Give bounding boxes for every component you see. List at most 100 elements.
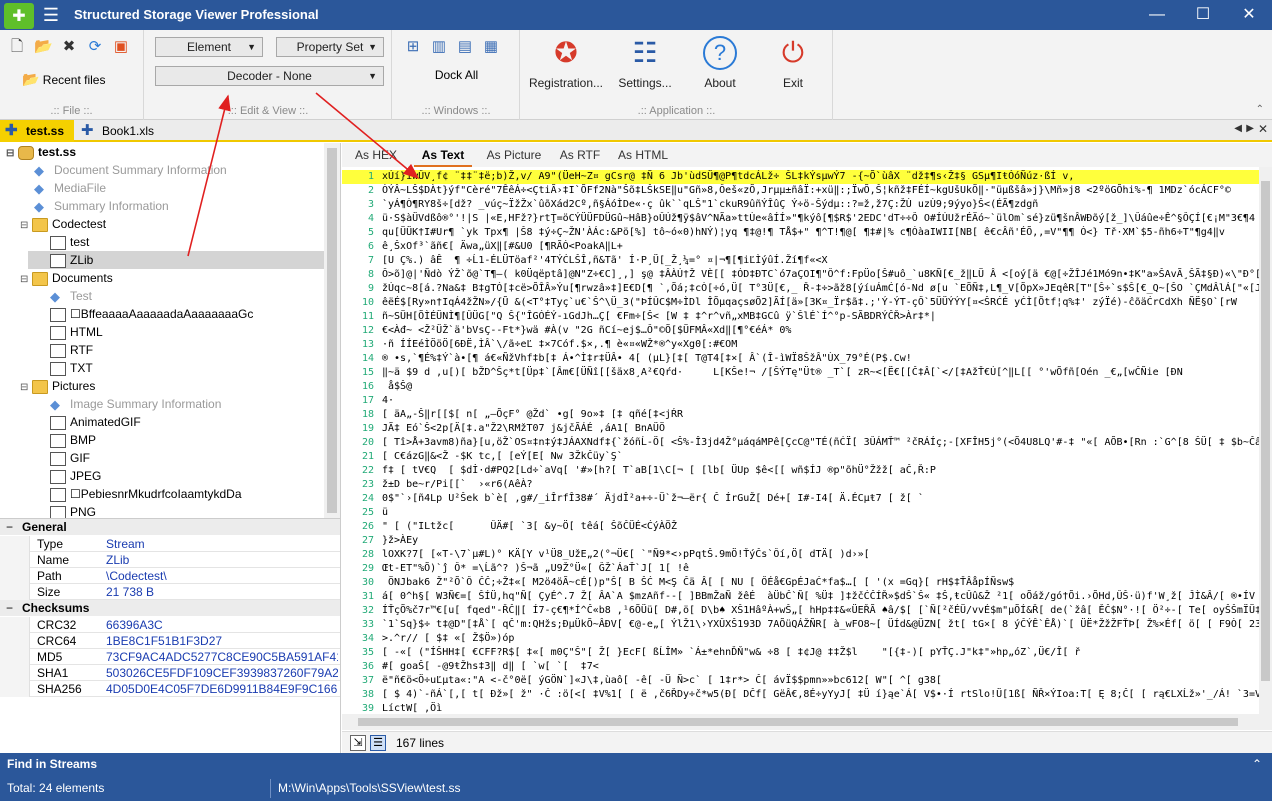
tree-item-txt[interactable]: TXT	[50, 359, 93, 377]
text-line[interactable]: 1 xÚí}ìwÛV¸f¢ ¨‡‡¨‡ë;b)Ž,v/ A9"(ÜeH~Z¤ gC…	[342, 170, 1259, 184]
tab-as-text[interactable]: As Text	[414, 143, 472, 167]
text-line[interactable]: 21 [ C€ázG‖&<Ž -$K tc,[ [eÝ[E[ Nw 3ŽkČüy`…	[342, 450, 1259, 464]
exit-button[interactable]: ⏻ Exit	[753, 36, 833, 96]
tab-scroll-right-icon[interactable]: ▶	[1246, 123, 1254, 134]
maximize-button[interactable]: ☐	[1180, 0, 1226, 30]
text-line[interactable]: 25 ü	[342, 506, 1259, 520]
text-line[interactable]: 30 ÖNJbak6 Ž"²Õ`Ô ČČ;÷Ž‡«[ M2ö4öÃ~cÉ[)p"…	[342, 576, 1259, 590]
property-row[interactable]: Path \Codectest\	[0, 568, 340, 584]
text-line[interactable]: 5 qu[ÜÜK†I#Ur¶ `yk Tpx¶ |Š8 ‡ý÷Ç~ŽN'ÀÁc:&…	[342, 226, 1259, 240]
menu-hamburger-icon[interactable]: ☰	[38, 3, 64, 27]
text-line[interactable]: 19 JÃ‡ Eó`Š<2p[Ä[‡.a"Ž2\RMžT07 j&jčÃÁÉ ,á…	[342, 422, 1259, 436]
tree-item-codectest[interactable]: ⊟ Codectest	[20, 215, 106, 233]
tree-scrollbar[interactable]	[324, 143, 340, 518]
tab-as-hex[interactable]: As HEX	[350, 143, 402, 167]
text-line[interactable]: 32 ÍŤçÕ%č7r™€[u[ fqed"-ŘČ‖[ Í7-ç€¶*Í^Č«b8…	[342, 604, 1259, 618]
property-row[interactable]: Type Stream	[0, 536, 340, 552]
close-file-icon[interactable]: ✖	[60, 38, 78, 56]
tree-item-mediafile[interactable]: ◆ MediaFile	[34, 179, 106, 197]
tree-item-pictures[interactable]: ⊟ Pictures	[20, 377, 95, 395]
tree-item-gif[interactable]: GIF	[50, 449, 90, 467]
property-row[interactable]: Name ZLib	[0, 552, 340, 568]
app-puzzle-icon[interactable]: ✚	[4, 3, 34, 29]
property-row[interactable]: SHA256 4D05D0E4C05F7DE6D9911B84E9F9C166D9…	[0, 681, 340, 697]
ribbon-collapse-icon[interactable]: ⌃	[1256, 104, 1264, 115]
element-dropdown[interactable]: Element ▼	[155, 37, 263, 57]
collapse-icon[interactable]: ⊟	[20, 379, 32, 397]
tree-item-html[interactable]: HTML	[50, 323, 103, 341]
text-line[interactable]: 12 €<Àđ~ <Ž²ÜŽ`ä'bVsÇ--Ft*}wä #À(v "2G ñC…	[342, 324, 1259, 338]
tab-as-picture[interactable]: As Picture	[484, 143, 544, 167]
tree-item-bff[interactable]: ☐BffeaaaaAaaaaadaAaaaaaaaGc	[50, 305, 253, 323]
text-line[interactable]: 36 #[ goaŠ[ -@9ŧŽhs‡3‖ d‖ [ `w[ `[ ‡7<	[342, 660, 1259, 674]
text-vertical-scroll-thumb[interactable]	[1261, 181, 1270, 681]
collapse-icon[interactable]: ⊟	[20, 217, 32, 235]
tab-as-rtf[interactable]: As RTF	[556, 143, 604, 167]
cascade-icon[interactable]: ▤	[456, 38, 474, 56]
text-line[interactable]: 22 f‡ [ tV€Q [ $dİ·d#PQ2[Ld÷`aVq[ '#»[h?[…	[342, 464, 1259, 478]
text-line[interactable]: 3 `yÁ¶Ò¶RY8š÷[dž? _vúç~ÏžŽx`ûõXád2Cº,ñ§Áó…	[342, 198, 1259, 212]
office-icon[interactable]: ▣	[112, 38, 130, 56]
tree-item-doc-test[interactable]: ◆ Test	[50, 287, 92, 305]
text-line[interactable]: 29 Œt-ET"%Õ)`ĵ Ô* =\Ĺã^? )Š¬ã „U9Ž°Ü«[ ĜŽ…	[342, 562, 1259, 576]
refresh-icon[interactable]: ⟳	[86, 38, 104, 56]
tree-item-summary[interactable]: ◆ Summary Information	[34, 197, 169, 215]
text-line[interactable]: 23 ž±D be~r/Pi[[` ›«r6(AêÀ?	[342, 478, 1259, 492]
property-row[interactable]: CRC64 1BE8C1F51B1F3D27	[0, 633, 340, 649]
text-line[interactable]: 15 ‖~ä $9 d ,u[)[ bŽD^Šç*t[Üp‡`[Âm€[ÜÑî[[…	[342, 366, 1259, 380]
text-line[interactable]: 17 4·	[342, 394, 1259, 408]
collapse-icon[interactable]: −	[6, 600, 13, 616]
minimize-button[interactable]: —	[1134, 0, 1180, 30]
text-line[interactable]: 24 0$"`›[ñ4Lp U²Šek b`è[ ,g#/_iÎrfÎ38#´ Ä…	[342, 492, 1259, 506]
word-wrap-icon[interactable]: ⇲	[350, 735, 366, 751]
doc-tab-book1-xls[interactable]: ✚ Book1.xls	[76, 120, 166, 142]
line-numbers-icon[interactable]: ☰	[370, 735, 386, 751]
tree-item-jpeg[interactable]: JPEG	[50, 467, 101, 485]
tab-close-icon[interactable]: ✕	[1258, 122, 1268, 136]
text-line[interactable]: 28 lOXK?7[ [«T-\7`µ#L)° KÄ[Y v¹Ü8_UžE„2(°…	[342, 548, 1259, 562]
text-line[interactable]: 16 å$Š@	[342, 380, 1259, 394]
tree-item-documents[interactable]: ⊟ Documents	[20, 269, 113, 287]
about-button[interactable]: ? About	[680, 36, 760, 96]
text-line[interactable]: 10 êëÉ$[Ry»n†IqÁ4žŽN»/{Ũ &(<T°‡Tyç`u€`Š^\…	[342, 296, 1259, 310]
tree-item-bmp[interactable]: BMP	[50, 431, 96, 449]
tile-horizontal-icon[interactable]: ⊞	[404, 38, 422, 56]
tree-scroll-thumb[interactable]	[327, 148, 337, 513]
text-vertical-scrollbar[interactable]	[1259, 167, 1272, 714]
registration-button[interactable]: ✪ Registration...	[526, 36, 606, 96]
text-line[interactable]: 9 žÚqc~8[á.?Na&‡ B‡gTÓ[‡cë>ÕÎÂ»Ýu[¶rwzâ»‡…	[342, 282, 1259, 296]
text-line[interactable]: 2 ÒÝÂ~LŠ$DÀt}ýf"Cèré"7ÊêÁ÷<ÇtiÃ›‡I`ÕFf2Nà…	[342, 184, 1259, 198]
open-folder-icon[interactable]: 📂	[34, 38, 53, 56]
general-section-header[interactable]: − General	[0, 519, 340, 535]
tree-item-pebies[interactable]: ☐PebiesnrMkudrfcoIaamtykdDa	[50, 485, 242, 503]
tab-as-html[interactable]: As HTML	[616, 143, 670, 167]
new-file-icon[interactable]: 🗋	[8, 38, 26, 56]
property-row[interactable]: MD5 73CF9AC4ADC5277C8CE90C5BA591AF41	[0, 649, 340, 665]
text-view[interactable]: 1 xÚí}ìwÛV¸f¢ ¨‡‡¨‡ë;b)Ž,v/ A9"(ÜeH~Z¤ gC…	[342, 167, 1259, 714]
tree-root[interactable]: ⊟ test.ss	[6, 143, 76, 161]
recent-files-button[interactable]: 📂 Recent files	[22, 70, 105, 88]
text-horizontal-scroll-thumb[interactable]	[358, 718, 1238, 726]
close-button[interactable]: ✕	[1226, 0, 1272, 30]
property-row[interactable]: SHA1 503026CE5FDF109CEF3939837260F79A2C5.…	[0, 665, 340, 681]
tree-item-rtf[interactable]: RTF	[50, 341, 93, 359]
decoder-dropdown[interactable]: Decoder - None ▼	[155, 66, 384, 86]
text-line[interactable]: 26 " [ ("ILtžc[ ÛÄ#[ `3[ &y~Ö[ têá[ ŠõČÜÉ…	[342, 520, 1259, 534]
text-line[interactable]: 35 [ -«[ ("ÍŠHH‡[ €CFF?R$[ ‡«[ m0Ç"Š"[ Ž[…	[342, 646, 1259, 660]
property-row[interactable]: Size 21 738 B	[0, 584, 340, 600]
text-line[interactable]: 33 `1`Sq}$÷ t‡@D"[‡Å`[ qČ'm:QHžs;ÐµÜkÕ~ÂÐ…	[342, 618, 1259, 632]
tree-item-png[interactable]: PNG	[50, 503, 96, 518]
text-line[interactable]: 6 ê¸ŠxOf³`ãñ€[ Äwa„üX‖[#&U0 [¶RÃÓ<PoakA‖L…	[342, 240, 1259, 254]
collapse-icon[interactable]: ⊟	[6, 145, 18, 163]
settings-button[interactable]: ☷ Settings...	[605, 36, 685, 96]
text-line[interactable]: 38 [ $ 4)`-ñÁ`[,[ t[ Ðž»[ ž" ·Č :ö[<[ ‡V%…	[342, 688, 1259, 702]
text-line[interactable]: 39 LíctW[ ,Öì	[342, 702, 1259, 714]
text-line[interactable]: 37 ë"ñ€ö<Ö÷uĽµta«:"A <-č°0ë[ ýGÖN`]«J\‡,ù…	[342, 674, 1259, 688]
checksums-section-header[interactable]: − Checksums	[0, 600, 340, 616]
tile-vertical-icon[interactable]: ▥	[430, 38, 448, 56]
text-line[interactable]: 11 ñ~SÜH[ÕÌÉÜNÌ¶[ÛÜG["Q Š{"ÎGÓÉÝ-ıGdJh…Ç[…	[342, 310, 1259, 324]
expand-up-icon[interactable]: ⌃	[1252, 753, 1262, 776]
text-horizontal-scrollbar[interactable]	[342, 714, 1272, 730]
tree-item-animatedgif[interactable]: AnimatedGIF	[50, 413, 141, 431]
text-line[interactable]: 7 [U Ç%.) âÊ ¶ ÷Ĺ1-ÉLÜTöaf²'4TÝĆLŠÎ,ñ&Tã'…	[342, 254, 1259, 268]
